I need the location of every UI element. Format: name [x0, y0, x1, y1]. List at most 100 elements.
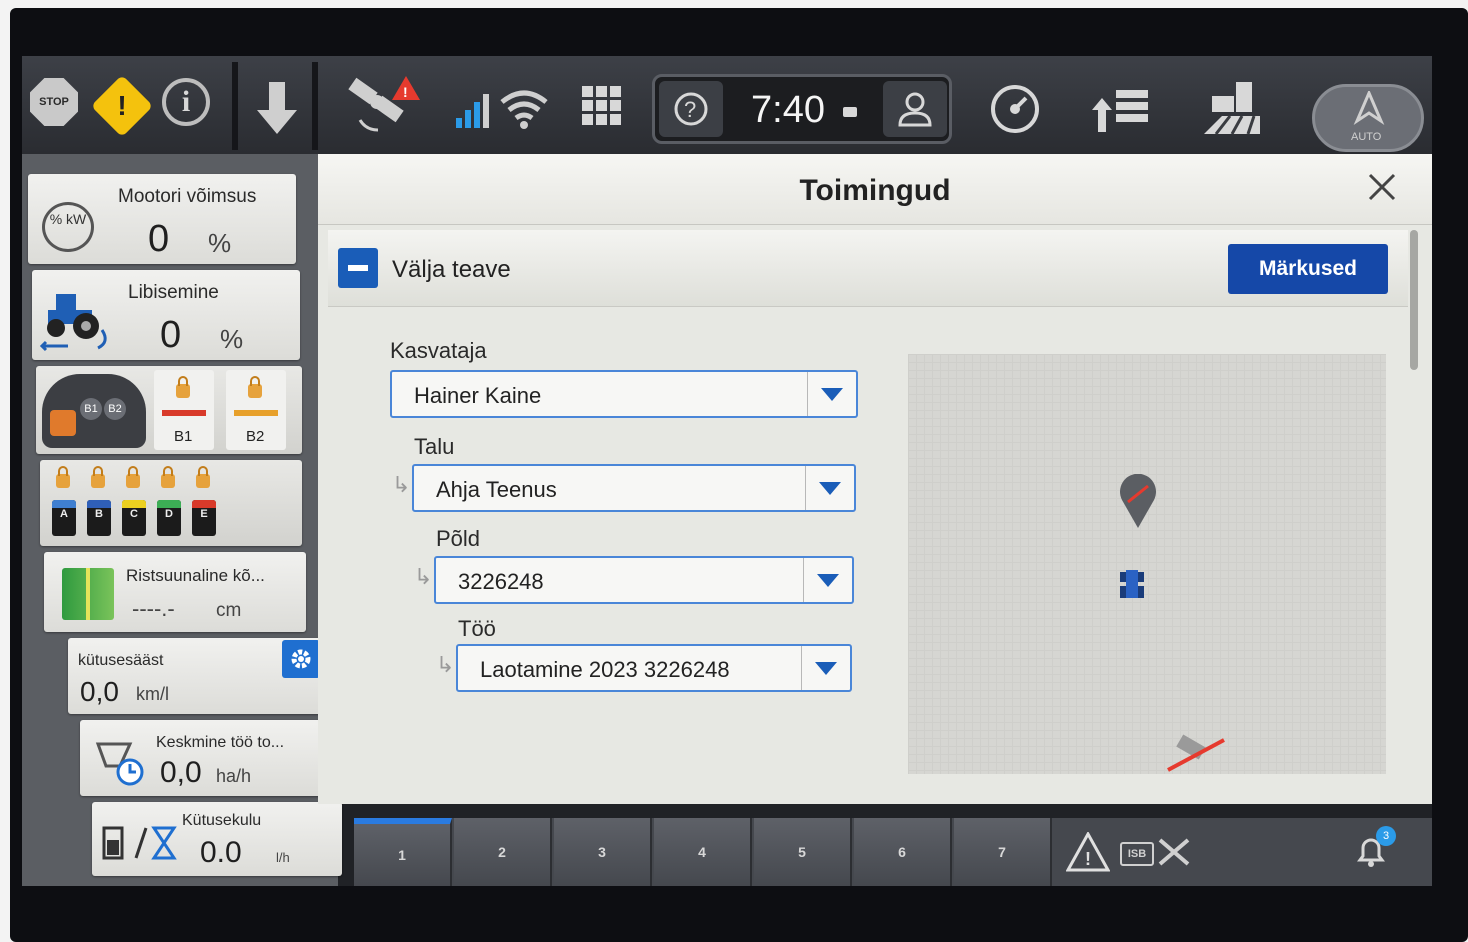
- dialog-header: Toimingud: [318, 154, 1432, 225]
- hitch-b1-label: B1: [174, 428, 193, 445]
- joystick-b2: B2: [104, 398, 126, 420]
- avg-work-rate-unit: ha/h: [216, 766, 252, 786]
- valve-label: C: [130, 508, 138, 520]
- job-label: Töö: [458, 616, 496, 641]
- hitch-b2-button[interactable]: B2: [226, 370, 286, 450]
- autosteer-button[interactable]: AUTO: [1312, 84, 1424, 152]
- download-button[interactable]: [252, 78, 302, 138]
- gear-icon: [291, 649, 311, 669]
- page-tab-6[interactable]: 6: [854, 818, 952, 886]
- remote-valves-card[interactable]: A B C D E: [40, 460, 302, 546]
- info-icon: i: [162, 78, 210, 126]
- page-tab-5[interactable]: 5: [754, 818, 852, 886]
- field-label: Põld: [436, 526, 481, 551]
- top-bar: STOP ! i ! ? 7:40 AUTO: [22, 56, 1432, 154]
- fuel-consumption-value: 0.0: [200, 836, 242, 869]
- slip-card[interactable]: Libisemine 0 %: [32, 270, 300, 360]
- page-tab-4[interactable]: 4: [654, 818, 752, 886]
- arrow-down-icon: [257, 82, 297, 134]
- avg-work-rate-title: Keskmine töö to...: [156, 734, 285, 751]
- valve-label: A: [60, 508, 68, 520]
- grower-label: Kasvataja: [390, 338, 487, 363]
- alerts-status-group[interactable]: ! ISB: [1066, 828, 1206, 876]
- clock-widget: ? 7:40: [652, 74, 952, 144]
- settings-button[interactable]: [282, 640, 320, 678]
- field-select[interactable]: 3226248: [434, 556, 854, 604]
- hitch-b2-icon: [234, 410, 278, 416]
- autosteer-icon: [1353, 91, 1385, 126]
- fuel-economy-card[interactable]: kütusesääst 0,0 km/l: [68, 638, 322, 714]
- tractor-slip-icon: [39, 294, 107, 352]
- svg-text:!: !: [1085, 849, 1091, 869]
- notification-count-badge: 3: [1376, 826, 1396, 846]
- data-transfer-icon: [1092, 90, 1148, 132]
- fuel-economy-title: kütusesääst: [78, 652, 164, 669]
- grower-select[interactable]: Hainer Kaine: [390, 370, 858, 418]
- farm-value: Ahja Teenus: [436, 477, 557, 502]
- field-operations-button[interactable]: [1200, 76, 1264, 136]
- page-tab-1[interactable]: 1: [354, 818, 452, 886]
- farm-select[interactable]: Ahja Teenus: [412, 464, 856, 512]
- svg-text:!: !: [403, 84, 408, 100]
- valve-d[interactable]: D: [157, 500, 181, 536]
- valve-color: [52, 500, 76, 508]
- hitch-b1-button[interactable]: B1: [154, 370, 214, 450]
- camera-icon: [843, 107, 857, 117]
- satellite-warning-icon: !: [348, 76, 420, 132]
- page-tab-7[interactable]: 7: [954, 818, 1052, 886]
- terminal-screen: STOP ! i ! ? 7:40 AUTO % kW Mootori võim…: [22, 56, 1432, 886]
- indent-arrow-icon: ↳: [414, 564, 433, 589]
- joystick-b1: B1: [80, 398, 102, 420]
- gps-status-button[interactable]: !: [340, 72, 424, 136]
- valve-color: [192, 500, 216, 508]
- applications-button[interactable]: [1090, 82, 1152, 136]
- engine-power-card[interactable]: % kW Mootori võimsus 0 %: [28, 174, 296, 264]
- autosteer-label: AUTO: [1351, 131, 1382, 143]
- scrollbar[interactable]: [1410, 230, 1418, 370]
- job-select[interactable]: Laotamine 2023 3226248: [456, 644, 852, 692]
- apps-menu-button[interactable]: [580, 84, 624, 128]
- left-panel: % kW Mootori võimsus 0 % Libisemine 0 % …: [22, 154, 342, 886]
- stop-button[interactable]: STOP: [30, 78, 78, 126]
- performance-button[interactable]: [988, 82, 1042, 136]
- info-button[interactable]: i: [162, 78, 210, 126]
- chevron-down-icon: [803, 558, 852, 602]
- field-info-section-header[interactable]: Välja teave Märkused: [328, 230, 1408, 307]
- notifications-button[interactable]: 3: [1354, 826, 1396, 874]
- valve-e[interactable]: E: [192, 500, 216, 536]
- field-value: 3226248: [458, 569, 544, 594]
- valve-color: [122, 500, 146, 508]
- valve-b[interactable]: B: [87, 500, 111, 536]
- help-icon: ?: [674, 92, 708, 126]
- close-button[interactable]: [1366, 168, 1398, 213]
- cross-track-card[interactable]: Ristsuunaline kõ... ----.- cm: [44, 552, 306, 632]
- joystick-icon[interactable]: B1 B2: [42, 374, 146, 448]
- notes-button[interactable]: Märkused: [1228, 244, 1388, 294]
- isobus-icon: ISB: [1120, 842, 1154, 866]
- warning-button[interactable]: !: [90, 74, 154, 138]
- hitch-card: B1 B2 B1 B2: [36, 366, 302, 454]
- slip-title: Libisemine: [128, 282, 219, 303]
- lock-icon: [56, 466, 70, 488]
- page-tab-2[interactable]: 2: [454, 818, 552, 886]
- tractor-position-icon: [1120, 570, 1144, 598]
- page-tab-3[interactable]: 3: [554, 818, 652, 886]
- fuel-consumption-card[interactable]: Kütusekulu 0.0 l/h: [92, 802, 342, 876]
- fuel-hourglass-icon: [102, 826, 177, 860]
- chevron-down-icon: [807, 372, 856, 416]
- collapse-button[interactable]: [338, 248, 378, 288]
- operations-dialog: Toimingud Välja teave Märkused Kasvataja…: [318, 154, 1432, 804]
- user-profile-button[interactable]: [883, 81, 947, 137]
- avg-work-rate-card[interactable]: Keskmine töö to... 0,0 ha/h: [80, 720, 334, 796]
- fuel-economy-value: 0,0: [80, 676, 119, 707]
- chevron-down-icon: [805, 466, 854, 510]
- valve-c[interactable]: C: [122, 500, 146, 536]
- gauge-icon: [991, 85, 1039, 133]
- field-map-preview[interactable]: [908, 354, 1386, 774]
- lock-icon: [91, 466, 105, 488]
- hitch-b1-icon: [162, 410, 206, 416]
- connectivity-status[interactable]: [452, 80, 552, 134]
- help-button[interactable]: ?: [659, 81, 723, 137]
- farm-field-icon: [1204, 82, 1260, 135]
- valve-a[interactable]: A: [52, 500, 76, 536]
